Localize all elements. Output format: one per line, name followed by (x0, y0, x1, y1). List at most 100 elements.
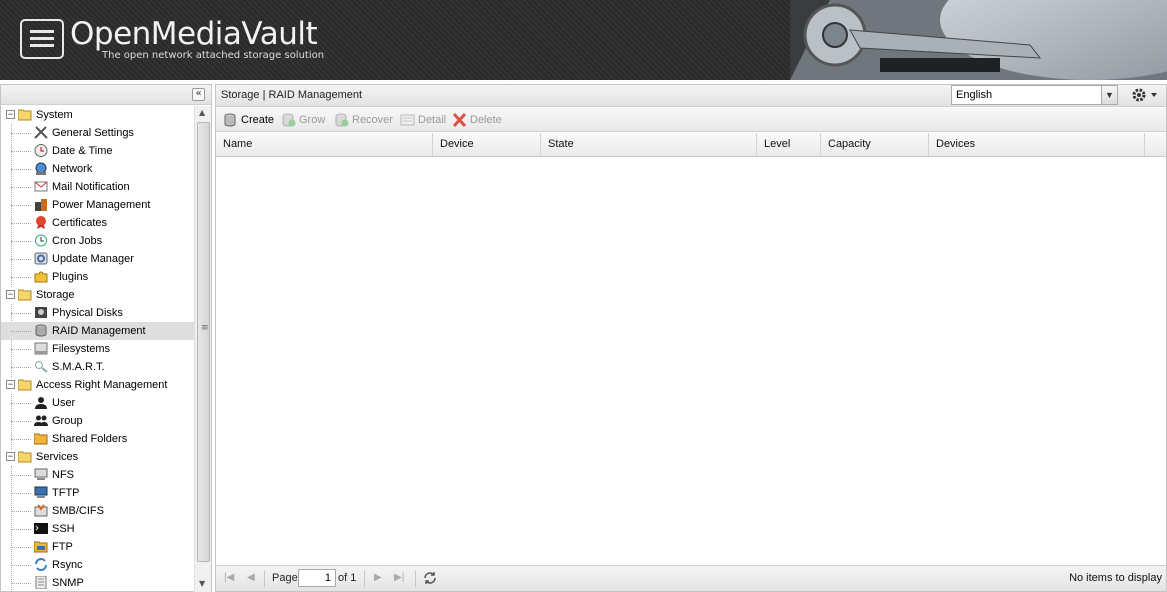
app-header: OpenMediaVault The open network attached… (0, 0, 1167, 80)
sidebar-item-shared-folders[interactable]: Shared Folders (1, 430, 194, 448)
tree-group-system[interactable]: − System (1, 106, 194, 124)
sidebar-item-snmp[interactable]: SNMP (1, 574, 194, 592)
sidebar-item-network[interactable]: Network (1, 160, 194, 178)
column-header-level[interactable]: Level (757, 133, 821, 156)
collapse-toggle-icon[interactable]: − (6, 380, 15, 389)
grow-button[interactable]: Grow (281, 111, 331, 129)
snmp-icon (35, 576, 47, 589)
sidebar-item-label: Update Manager (52, 253, 134, 265)
main-panel: Storage | RAID Management English ▼ Crea… (215, 84, 1167, 592)
sidebar-item-label: Physical Disks (52, 307, 123, 319)
hard-drive-illustration (790, 0, 1167, 80)
sidebar-item-nfs[interactable]: NFS (1, 466, 194, 484)
sidebar-item-user[interactable]: User (1, 394, 194, 412)
detail-button[interactable]: Detail (400, 111, 452, 129)
sidebar-item-ssh[interactable]: SSH (1, 520, 194, 538)
puzzle-icon (34, 271, 48, 283)
sidebar-item-label: NFS (52, 469, 74, 481)
double-chevron-left-icon[interactable]: « (192, 88, 205, 101)
sidebar-item-mail-notification[interactable]: Mail Notification (1, 178, 194, 196)
sidebar-item-rsync[interactable]: Rsync (1, 556, 194, 574)
scroll-thumb[interactable]: ≡ (197, 122, 210, 562)
sidebar-item-plugins[interactable]: Plugins (1, 268, 194, 286)
mail-icon (34, 181, 48, 192)
shared-folder-icon (34, 433, 48, 445)
column-header-name[interactable]: Name (216, 133, 433, 156)
chevron-down-icon[interactable]: ▼ (1101, 86, 1117, 104)
sidebar-item-label: SNMP (52, 577, 84, 589)
last-page-icon[interactable]: ▶| (394, 572, 404, 583)
tree-group-storage[interactable]: − Storage (1, 286, 194, 304)
tftp-icon (34, 486, 48, 498)
sidebar-item-label: Plugins (52, 271, 89, 283)
sidebar-item-date-time[interactable]: Date & Time (1, 142, 194, 160)
tree-group-services[interactable]: − Services (1, 448, 194, 466)
column-header-state[interactable]: State (541, 133, 757, 156)
smb-icon (34, 504, 48, 517)
sidebar-item-label: Cron Jobs (52, 235, 103, 247)
previous-page-icon[interactable]: ◀ (247, 572, 255, 583)
grip-icon: ≡ (201, 323, 209, 333)
tree-group-label: System (36, 109, 73, 121)
sidebar-item-cron-jobs[interactable]: Cron Jobs (1, 232, 194, 250)
language-select[interactable]: English ▼ (951, 85, 1118, 105)
sidebar-item-label: SSH (52, 523, 75, 535)
filesystem-icon (34, 342, 48, 355)
grow-label: Grow (299, 114, 326, 126)
create-label: Create (241, 114, 275, 126)
sidebar-item-general-settings[interactable]: General Settings (1, 124, 194, 142)
next-page-icon[interactable]: ▶ (374, 572, 382, 583)
sidebar-item-smart[interactable]: S.M.A.R.T. (1, 358, 194, 376)
pager-separator (364, 570, 365, 587)
clock-icon (34, 144, 48, 157)
navigation-header: « (1, 85, 211, 105)
collapse-toggle-icon[interactable]: − (6, 110, 15, 119)
ftp-icon (34, 541, 48, 553)
sidebar-item-tftp[interactable]: TFTP (1, 484, 194, 502)
first-page-icon[interactable]: |◀ (224, 572, 234, 583)
column-header-device[interactable]: Device (433, 133, 541, 156)
sidebar-item-group[interactable]: Group (1, 412, 194, 430)
sidebar-item-smb-cifs[interactable]: SMB/CIFS (1, 502, 194, 520)
sidebar-item-raid-management[interactable]: RAID Management (1, 322, 194, 340)
navigation-panel: « − System General Settings Date & Time … (0, 84, 212, 592)
sidebar-item-label: Mail Notification (52, 181, 130, 193)
cron-clock-icon (35, 234, 47, 247)
detail-icon (400, 114, 415, 126)
smart-icon (35, 361, 48, 373)
page-label: Page (272, 572, 298, 584)
nfs-icon (34, 468, 48, 480)
sidebar-item-label: TFTP (52, 487, 80, 499)
sidebar-item-update-manager[interactable]: Update Manager (1, 250, 194, 268)
create-button[interactable]: Create (223, 111, 283, 129)
rsync-icon (35, 558, 47, 571)
group-icon (34, 415, 48, 426)
page-number-input[interactable]: 1 (298, 569, 336, 587)
sidebar-item-power-management[interactable]: Power Management (1, 196, 194, 214)
sidebar-item-certificates[interactable]: Certificates (1, 214, 194, 232)
update-icon (34, 252, 48, 265)
scroll-down-icon[interactable]: ▼ (199, 579, 205, 588)
breadcrumb: Storage | RAID Management (221, 89, 363, 101)
grow-icon (282, 113, 296, 127)
column-header-devices[interactable]: Devices (929, 133, 1145, 156)
recover-button[interactable]: Recover (334, 111, 399, 129)
refresh-icon[interactable] (423, 571, 437, 585)
sidebar-item-physical-disks[interactable]: Physical Disks (1, 304, 194, 322)
tree-group-access-right-management[interactable]: − Access Right Management (1, 376, 194, 394)
column-header-capacity[interactable]: Capacity (821, 133, 929, 156)
scroll-up-icon[interactable]: ▲ (199, 108, 205, 117)
sidebar-item-label: Network (52, 163, 93, 175)
certificate-icon (36, 216, 46, 229)
grid-toolbar: Create Grow Recover Detail Delete (216, 108, 1166, 132)
navigation-scrollbar[interactable]: ▲ ≡ ▼ (194, 106, 211, 592)
delete-button[interactable]: Delete (452, 111, 507, 129)
grid-header: Name Device State Level Capacity Devices (216, 133, 1166, 157)
sidebar-item-filesystems[interactable]: Filesystems (1, 340, 194, 358)
collapse-toggle-icon[interactable]: − (6, 290, 15, 299)
folder-open-icon (18, 451, 32, 463)
paging-toolbar: |◀ ◀ Page 1 of 1 ▶ ▶| No items to displa… (216, 565, 1166, 591)
sidebar-item-ftp[interactable]: FTP (1, 538, 194, 556)
gear-icon[interactable] (1128, 86, 1162, 104)
collapse-toggle-icon[interactable]: − (6, 452, 15, 461)
